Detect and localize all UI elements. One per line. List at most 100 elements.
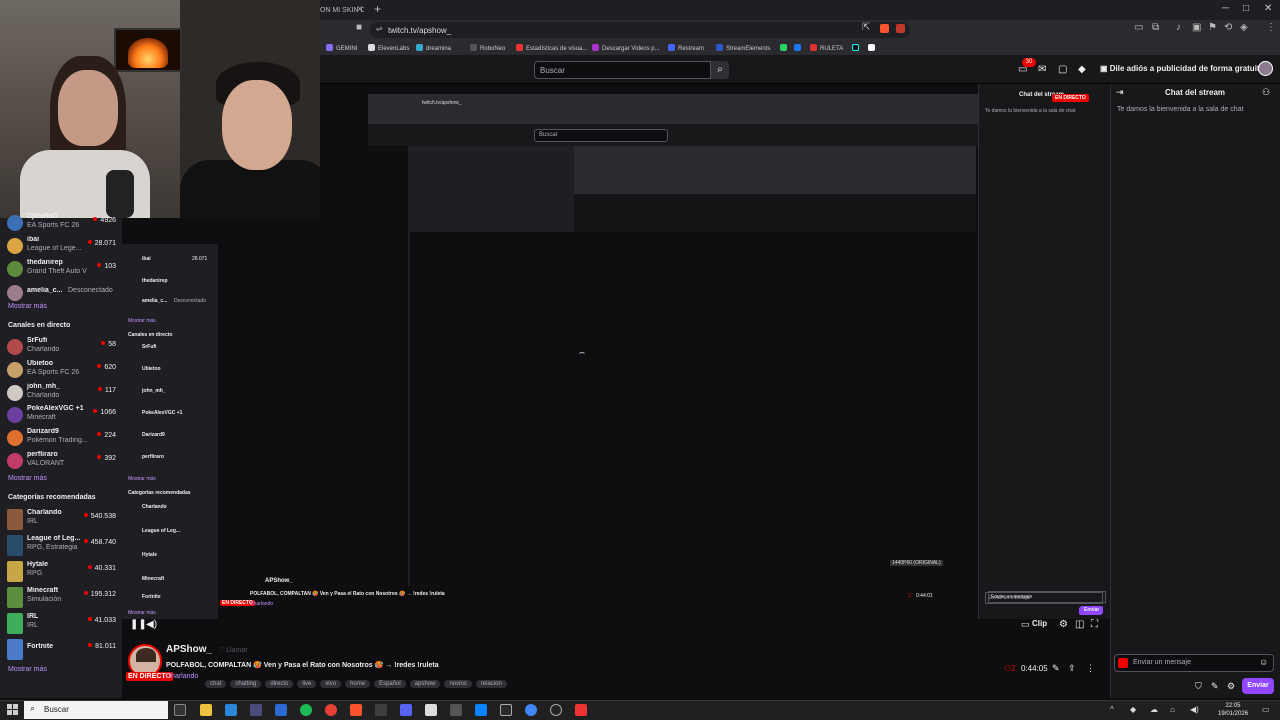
clip-icon[interactable]: ▭ bbox=[1021, 619, 1030, 630]
whispers-icon[interactable]: ✉ bbox=[1038, 64, 1046, 75]
bookmark-dreamina[interactable]: dreamina bbox=[416, 44, 451, 52]
bookmark-ruleta[interactable]: RULETA bbox=[810, 44, 843, 52]
user-avatar[interactable] bbox=[1258, 61, 1273, 76]
tag[interactable]: vivo bbox=[320, 680, 342, 688]
maximize-icon[interactable]: □ bbox=[1243, 3, 1249, 14]
volume-tray-icon[interactable]: ◀) bbox=[1190, 705, 1199, 714]
chat-users-icon[interactable]: ⚇ bbox=[1262, 87, 1270, 98]
app-icon[interactable] bbox=[475, 704, 487, 716]
clip-button[interactable]: Clip bbox=[1032, 619, 1047, 628]
bookmark-restream[interactable]: Restream bbox=[668, 44, 704, 52]
notifications-icon[interactable]: ▭ bbox=[1262, 705, 1270, 714]
file-explorer-icon[interactable] bbox=[200, 704, 212, 716]
bookmark-extra[interactable] bbox=[868, 44, 878, 52]
tag[interactable]: novios bbox=[444, 680, 472, 688]
bookmark-facebook[interactable] bbox=[794, 44, 804, 52]
close-tab-icon[interactable]: ✕ bbox=[356, 4, 364, 15]
store-icon[interactable] bbox=[225, 704, 237, 716]
app-icon[interactable] bbox=[275, 704, 287, 716]
chat-icon[interactable]: ▢ bbox=[1058, 64, 1067, 75]
app-icon[interactable] bbox=[450, 704, 462, 716]
reading-list-icon[interactable]: ▣ bbox=[1192, 22, 1201, 33]
menu-icon[interactable]: ⋮ bbox=[1266, 22, 1276, 33]
windows-start-icon[interactable] bbox=[7, 704, 18, 715]
fullscreen-icon[interactable]: ⛶ bbox=[1091, 619, 1098, 630]
sidebar-category[interactable]: League of Leg... RPG, Estrategia 458.740 bbox=[0, 534, 122, 558]
tag[interactable]: home bbox=[345, 680, 371, 688]
site-info-icon[interactable]: ⇌ bbox=[376, 24, 383, 33]
bookmark-estadisticas[interactable]: Estadísticas de visua... bbox=[516, 44, 587, 52]
pause-icon[interactable]: ❚❚ bbox=[130, 619, 147, 630]
shield-icon[interactable]: ⛉ bbox=[1195, 681, 1202, 692]
history-icon[interactable]: ⟲ bbox=[1224, 22, 1232, 33]
app-icon[interactable] bbox=[425, 704, 437, 716]
tag[interactable]: Español bbox=[374, 680, 406, 688]
send-chat-button[interactable]: Enviar bbox=[1242, 678, 1274, 694]
tag[interactable]: chatting bbox=[230, 680, 262, 688]
clock[interactable]: 22:05 19/01/2026 bbox=[1218, 702, 1248, 718]
app-icon[interactable] bbox=[375, 704, 387, 716]
tag[interactable]: directo bbox=[265, 680, 294, 688]
tray-overflow-icon[interactable]: ^ bbox=[1110, 705, 1114, 714]
share-stream-icon[interactable]: ⇪ bbox=[1068, 663, 1076, 674]
category-link[interactable]: Charlando bbox=[166, 673, 198, 680]
tag[interactable]: relacion bbox=[475, 680, 507, 688]
bookmark-descargar[interactable]: Descargar Videos p... bbox=[592, 44, 660, 52]
app-icon[interactable] bbox=[500, 704, 512, 716]
chrome-icon[interactable] bbox=[525, 704, 537, 716]
sidebar-category[interactable]: Minecraft Simulación 195.312 bbox=[0, 586, 122, 610]
chat-input[interactable]: Enviar un mensaje bbox=[1114, 654, 1274, 672]
sidebar-channel[interactable]: perfliraro VALORANT 392 bbox=[0, 450, 122, 474]
crown-icon[interactable]: ◆ bbox=[1078, 64, 1086, 75]
show-more-link[interactable]: Mostrar más bbox=[8, 666, 47, 673]
streamer-name[interactable]: APShow_ bbox=[166, 644, 212, 655]
follow-button[interactable]: ♡ Llamar bbox=[218, 646, 248, 654]
downloads-icon[interactable]: ⚑ bbox=[1208, 22, 1217, 33]
app-icon[interactable] bbox=[250, 704, 262, 716]
chat-badge-icon[interactable] bbox=[1118, 658, 1128, 668]
discord-icon[interactable] bbox=[400, 704, 412, 716]
url-bar[interactable]: ⇌ twitch.tv/apshow_ bbox=[370, 22, 910, 38]
tag[interactable]: live bbox=[297, 680, 317, 688]
bookmark-gemini[interactable]: GEMINI bbox=[326, 44, 357, 52]
bookmark-roboneo[interactable]: RoboNeo bbox=[470, 44, 505, 52]
search-input[interactable]: Buscar bbox=[534, 61, 711, 79]
show-more-link[interactable]: Mostrar más bbox=[8, 303, 47, 310]
sidebar-category[interactable]: Hytale RPG 40.331 bbox=[0, 560, 122, 584]
volume-icon[interactable]: ◀) bbox=[146, 619, 157, 630]
bookmark-elevenlabs[interactable]: ElevenLabs bbox=[368, 44, 409, 52]
bookmarks-icon[interactable]: ♪ bbox=[1176, 22, 1181, 33]
sidebar-channel[interactable]: thedanirep Grand Theft Auto V 103 bbox=[0, 258, 122, 282]
theatre-mode-icon[interactable]: ◫ bbox=[1075, 619, 1084, 630]
more-options-icon[interactable]: ⋮ bbox=[1086, 663, 1095, 674]
sidebar-channel[interactable]: ibai League of Lege... 28.071 bbox=[0, 235, 122, 259]
bookmark-tiktok[interactable] bbox=[852, 44, 862, 52]
taskbar-search[interactable]: ⌕ Buscar bbox=[24, 701, 168, 719]
pen-icon[interactable]: ✎ bbox=[1211, 681, 1219, 692]
tray-app-icon[interactable]: ☁ bbox=[1150, 705, 1158, 714]
sidebar-toggle-icon[interactable]: ▭ bbox=[1134, 22, 1143, 33]
brave-shield-icon[interactable] bbox=[880, 24, 889, 33]
extensions-icon[interactable]: ⧉ bbox=[1152, 22, 1159, 33]
tag[interactable]: apshow bbox=[409, 680, 441, 688]
tray-app-icon[interactable]: ◆ bbox=[1130, 705, 1136, 714]
show-more-link[interactable]: Mostrar más bbox=[8, 475, 47, 482]
obs-icon[interactable] bbox=[550, 704, 562, 716]
vpn-icon[interactable]: ◈ bbox=[1240, 22, 1248, 33]
share-icon[interactable]: ⇱ bbox=[862, 22, 870, 33]
sidebar-channel[interactable]: SrFufi Charlando 58 bbox=[0, 336, 122, 360]
sidebar-channel[interactable]: DjMaRiiO EA Sports FC 26 4926 bbox=[0, 212, 122, 236]
edit-icon[interactable]: ✎ bbox=[1052, 663, 1060, 674]
network-icon[interactable]: ⌂ bbox=[1170, 705, 1175, 714]
task-view-icon[interactable] bbox=[174, 704, 186, 716]
sidebar-channel[interactable]: PokeAlexVGC +1 Minecraft 1066 bbox=[0, 404, 122, 428]
sidebar-channel[interactable]: Darizard9 Pokémon Trading... 224 bbox=[0, 427, 122, 451]
sidebar-channel[interactable]: Ubietoo EA Sports FC 26 620 bbox=[0, 359, 122, 383]
bookmark-whatsapp[interactable] bbox=[780, 44, 790, 52]
sidebar-category[interactable]: Charlando IRL 540.538 bbox=[0, 508, 122, 532]
tag[interactable]: chat bbox=[205, 680, 227, 688]
sidebar-category[interactable]: Fortnite 81.011 bbox=[0, 638, 122, 662]
sidebar-category[interactable]: IRL IRL 41.033 bbox=[0, 612, 122, 636]
browser-active-icon[interactable] bbox=[575, 704, 587, 716]
prime-offer[interactable]: ▣ Dile adiós a publicidad de forma gratu… bbox=[1100, 64, 1264, 73]
